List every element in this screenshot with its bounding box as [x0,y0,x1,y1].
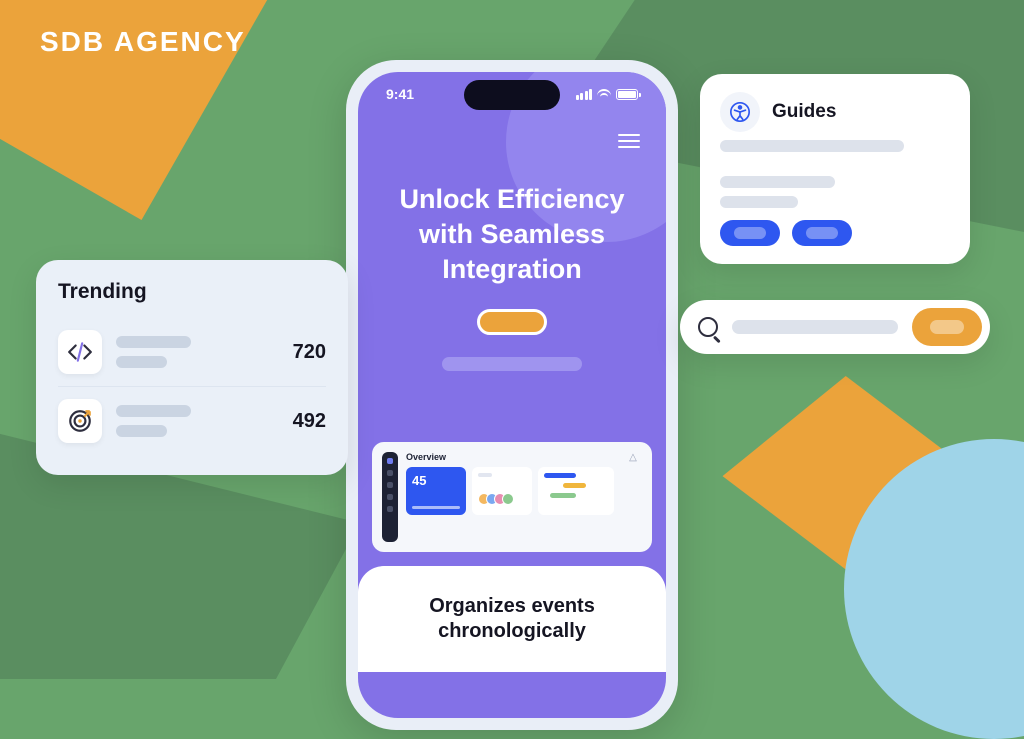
phone-notch [464,80,560,110]
search-input[interactable] [732,320,898,334]
accessibility-icon [720,92,760,132]
guides-card: Guides [700,74,970,264]
dashboard-label: Overview [406,452,616,462]
trending-row[interactable]: 720 [58,318,326,386]
trending-placeholder [116,336,266,368]
trending-value: 492 [280,410,326,433]
status-icons [576,89,639,100]
status-time: 9:41 [386,86,414,102]
search-icon [698,317,718,337]
target-icon [58,399,102,443]
phone-frame: 9:41 Unlock Efficiency with Seamless Int… [346,60,678,730]
trending-value: 720 [280,341,326,364]
brand-logo: SDB AGENCY [40,26,246,58]
trending-row[interactable]: 492 [58,386,326,455]
dashboard-stat-tile: 45 [406,467,466,515]
wifi-icon [597,89,611,99]
dashboard-nav [382,452,398,542]
trending-placeholder [116,405,266,437]
phone-screen: 9:41 Unlock Efficiency with Seamless Int… [358,72,666,718]
hero-cta-button[interactable] [477,309,547,335]
menu-icon[interactable] [618,134,640,148]
dashboard-gantt-tile [538,467,614,515]
trending-card: Trending 720 492 [36,260,348,475]
bottom-sheet: Organizes events chronologically [358,566,666,672]
guides-pill-button[interactable] [792,220,852,246]
search-button[interactable] [912,308,982,346]
avatar-stack [478,493,526,505]
sheet-title: Organizes events chronologically [382,594,642,644]
battery-icon [616,89,638,100]
dashboard-stat: 45 [412,473,460,488]
bell-icon: △ [624,452,642,542]
guides-title: Guides [772,101,836,123]
hero-title: Unlock Efficiency with Seamless Integrat… [388,182,636,287]
hero: Unlock Efficiency with Seamless Integrat… [358,182,666,371]
search-bar[interactable] [680,300,990,354]
signal-icon [576,89,593,100]
dashboard-team-tile [472,467,532,515]
code-icon [58,330,102,374]
trending-title: Trending [58,280,326,304]
guides-pill-button[interactable] [720,220,780,246]
placeholder-line [720,176,835,188]
dashboard-preview: Overview 45 △ [372,442,652,552]
placeholder-line [720,196,798,208]
hero-sub-bar [442,357,582,371]
placeholder-line [720,140,904,152]
